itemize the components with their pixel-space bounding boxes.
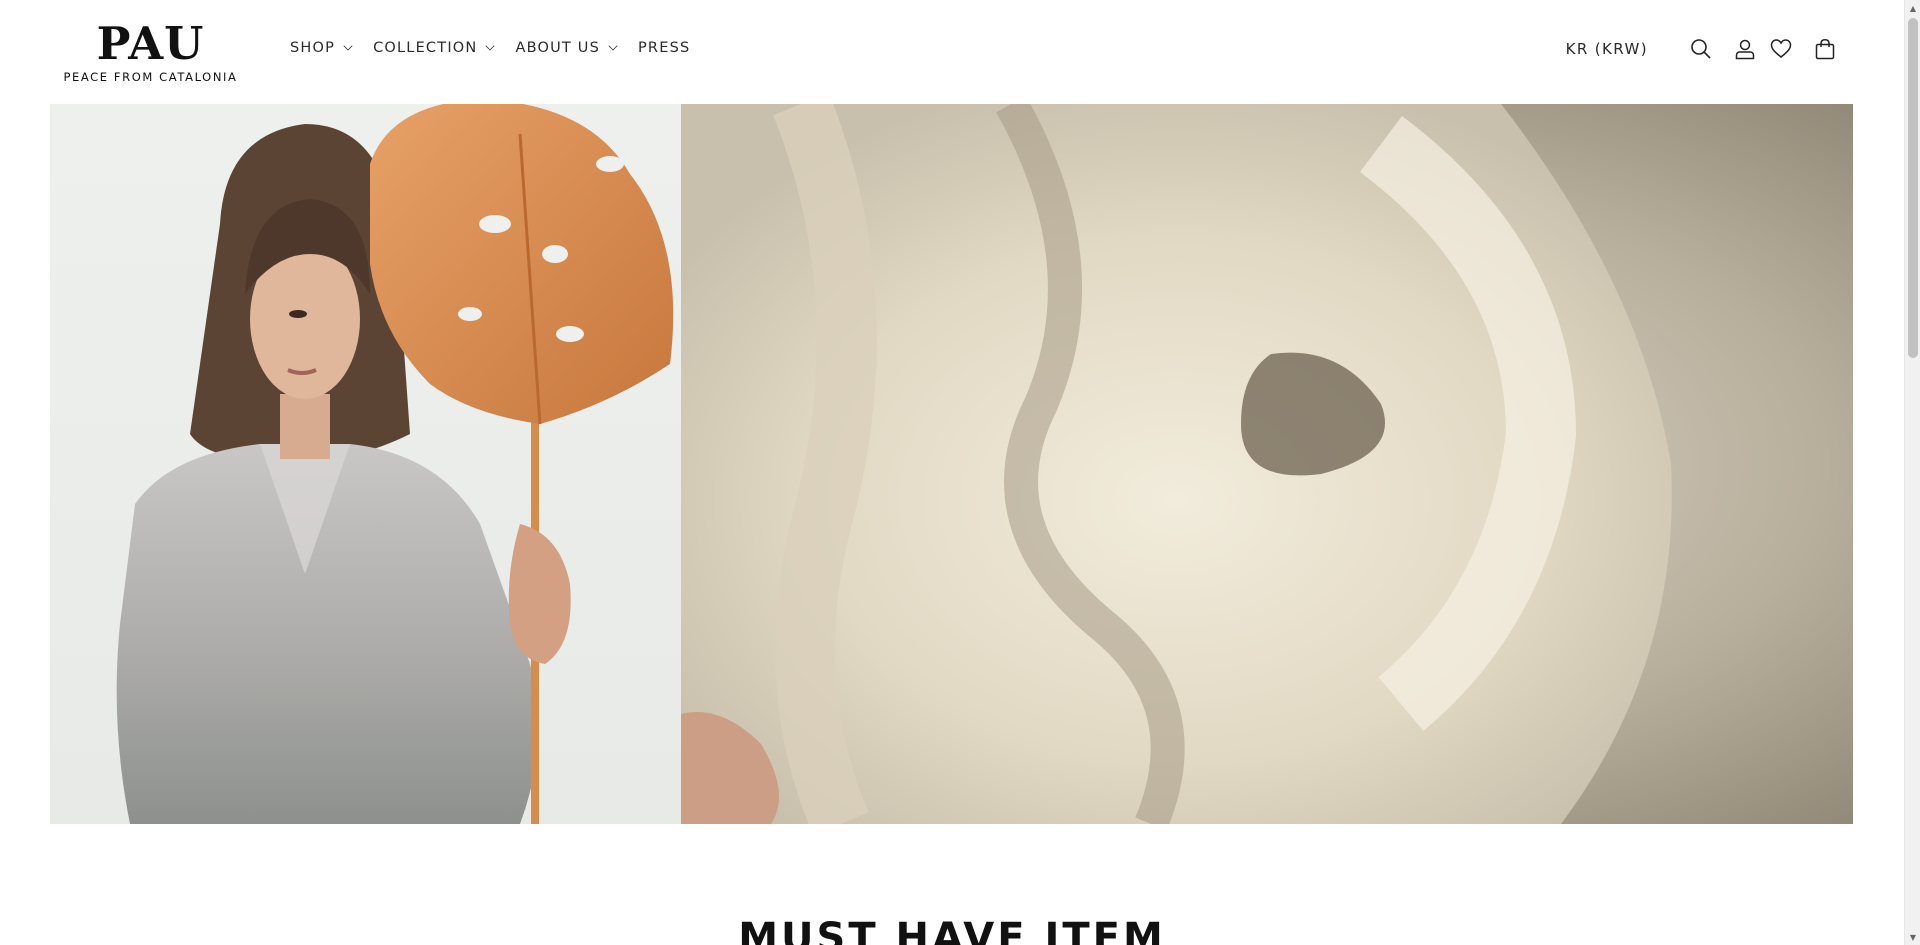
scroll-down-arrow-icon[interactable]: ▼ xyxy=(1905,929,1920,945)
nav-item-press[interactable]: PRESS xyxy=(638,40,690,56)
hero-image-model[interactable] xyxy=(50,104,681,824)
chevron-down-icon xyxy=(485,41,495,51)
nav-item-collection[interactable]: COLLECTION xyxy=(373,40,495,56)
nav-item-shop[interactable]: SHOP xyxy=(290,40,353,56)
scrollbar-thumb[interactable] xyxy=(1908,18,1918,358)
chevron-down-icon xyxy=(343,41,353,51)
section-title-must-have: MUST HAVE ITEM xyxy=(738,915,1166,945)
header-actions: KR (KRW) xyxy=(1566,36,1838,62)
wishlist-button[interactable] xyxy=(1768,36,1794,62)
brand-logo[interactable]: PAU PEACE FROM CATALONIA xyxy=(58,17,243,85)
model-with-leaf-illustration xyxy=(116,104,674,824)
nav-item-label: ABOUT US xyxy=(515,40,600,56)
nav-item-label: SHOP xyxy=(290,40,336,56)
chevron-down-icon xyxy=(608,41,618,51)
nav-item-about-us[interactable]: ABOUT US xyxy=(515,40,618,56)
wishlist-icon xyxy=(1770,39,1792,58)
page: PAU PEACE FROM CATALONIA SHOP COLLECTION… xyxy=(0,0,1920,945)
cart-icon xyxy=(1815,39,1835,60)
draped-fabric-illustration xyxy=(681,104,1672,824)
hero-image-fabric[interactable] xyxy=(681,104,1853,824)
site-header: PAU PEACE FROM CATALONIA SHOP COLLECTION… xyxy=(0,0,1904,104)
nav-item-label: PRESS xyxy=(637,40,691,56)
search-button[interactable] xyxy=(1688,36,1714,62)
brand-tagline: PEACE FROM CATALONIA xyxy=(63,70,238,84)
scroll-up-arrow-icon[interactable]: ▲ xyxy=(1905,0,1920,16)
nav-item-label: COLLECTION xyxy=(373,40,478,56)
currency-selector[interactable]: KR (KRW) xyxy=(1566,40,1648,58)
account-button[interactable] xyxy=(1732,36,1758,62)
account-icon xyxy=(1735,39,1755,60)
cart-button[interactable] xyxy=(1812,36,1838,62)
hero-banner xyxy=(50,104,1853,824)
search-icon xyxy=(1691,39,1711,59)
page-scrollbar[interactable]: ▲ ▼ xyxy=(1904,0,1920,945)
brand-name: PAU xyxy=(96,17,205,70)
main-nav: SHOP COLLECTION ABOUT US PRESS xyxy=(290,40,711,56)
